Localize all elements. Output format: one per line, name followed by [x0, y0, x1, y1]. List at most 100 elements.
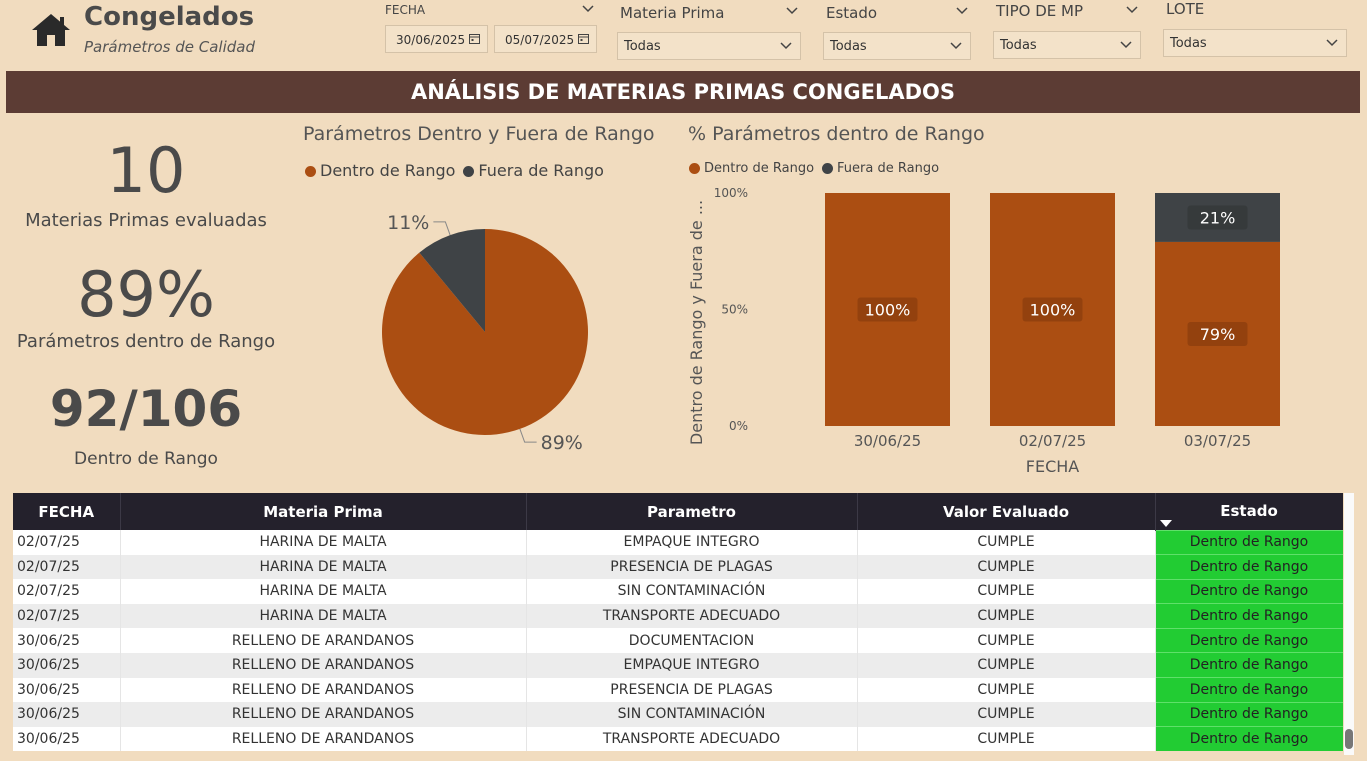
cell-valor-evaluado: CUMPLE — [857, 702, 1156, 727]
data-label: 79% — [1200, 325, 1236, 344]
cell-valor-evaluado: CUMPLE — [857, 628, 1156, 653]
cell-materia-prima: HARINA DE MALTA — [120, 603, 527, 629]
pie-label-dentro: 89% — [541, 432, 583, 454]
cell-fecha: 30/06/25 — [13, 702, 121, 727]
y-tick-label: 50% — [721, 303, 748, 317]
legend-item-dentro[interactable]: Dentro de Rango — [305, 161, 455, 180]
table-row[interactable]: 02/07/25 HARINA DE MALTA EMPAQUE INTEGRO CU… — [13, 529, 1343, 555]
materia-prima-dropdown[interactable]: Todas — [617, 32, 801, 60]
materia-prima-filter-label: Materia Prima — [620, 4, 725, 22]
cell-estado: Dentro de Rango — [1155, 701, 1343, 727]
chevron-down-icon — [950, 42, 962, 50]
pie-leader-line — [519, 428, 537, 443]
cell-valor-evaluado: CUMPLE — [857, 579, 1156, 604]
cell-materia-prima: RELLENO DE ARANDANOS — [120, 652, 527, 678]
kpi-materias-evaluadas-label: Materias Primas evaluadas — [25, 210, 267, 231]
calendar-icon[interactable] — [469, 33, 480, 44]
cell-parametro: PRESENCIA DE PLAGAS — [526, 677, 858, 703]
x-axis-label: FECHA — [1026, 457, 1080, 476]
bar-chart-title: % Parámetros dentro de Rango — [688, 123, 985, 145]
cell-parametro: PRESENCIA DE PLAGAS — [526, 554, 858, 580]
cell-parametro: SIN CONTAMINACIÓN — [526, 702, 858, 727]
cell-fecha: 30/06/25 — [13, 677, 121, 703]
column-header-fecha[interactable]: FECHA — [13, 493, 121, 530]
app-title: Congelados — [84, 2, 255, 32]
x-tick-label: 02/07/25 — [1019, 432, 1086, 450]
table-row[interactable]: 30/06/25 RELLENO DE ARANDANOS TRANSPORTE A… — [13, 726, 1343, 752]
cell-parametro: TRANSPORTE ADECUADO — [526, 726, 858, 752]
cell-fecha: 30/06/25 — [13, 726, 121, 752]
cell-materia-prima: HARINA DE MALTA — [120, 530, 527, 555]
lote-dropdown[interactable]: Todas — [1163, 29, 1347, 57]
cell-valor-evaluado: CUMPLE — [857, 554, 1156, 580]
cell-estado: Dentro de Rango — [1155, 529, 1343, 555]
cell-parametro: EMPAQUE INTEGRO — [526, 530, 858, 555]
cell-valor-evaluado: CUMPLE — [857, 652, 1156, 678]
cell-materia-prima: HARINA DE MALTA — [120, 579, 527, 604]
cell-materia-prima: RELLENO DE ARANDANOS — [120, 702, 527, 727]
bar-chart[interactable]: 0% 50% 100% Dentro de Rango y Fuera de ... 1… — [680, 180, 1320, 485]
home-icon[interactable] — [30, 12, 72, 48]
cell-fecha: 30/06/25 — [13, 652, 121, 678]
cell-parametro: EMPAQUE INTEGRO — [526, 652, 858, 678]
chevron-down-icon[interactable] — [1126, 4, 1138, 16]
column-header-materia-prima[interactable]: Materia Prima — [120, 493, 527, 530]
legend-item-fuera[interactable]: Fuera de Rango — [463, 161, 604, 180]
table-row[interactable]: 02/07/25 HARINA DE MALTA PRESENCIA DE PLAG… — [13, 554, 1343, 580]
data-label: 100% — [1030, 301, 1076, 320]
cell-valor-evaluado: CUMPLE — [857, 677, 1156, 703]
table-row[interactable]: 30/06/25 RELLENO DE ARANDANOS PRESENCIA DE… — [13, 677, 1343, 703]
table-row[interactable]: 02/07/25 HARINA DE MALTA TRANSPORTE ADECUA… — [13, 603, 1343, 629]
table-row[interactable]: 30/06/25 RELLENO DE ARANDANOS SIN CONTAMIN… — [13, 701, 1343, 727]
scrollbar-thumb[interactable] — [1345, 729, 1353, 749]
chevron-down-icon — [1120, 41, 1132, 49]
sort-descending-icon[interactable] — [1159, 519, 1172, 528]
cell-valor-evaluado: CUMPLE — [857, 530, 1156, 555]
chevron-down-icon — [1326, 39, 1338, 47]
cell-materia-prima: RELLENO DE ARANDANOS — [120, 726, 527, 752]
chevron-down-icon — [780, 42, 792, 50]
bar-chart-legend: Dentro de Rango Fuera de Rango — [689, 161, 939, 176]
column-header-estado[interactable]: Estado — [1155, 493, 1343, 530]
column-header-valor-evaluado[interactable]: Valor Evaluado — [857, 493, 1156, 530]
column-header-parametro[interactable]: Parametro — [526, 493, 858, 530]
cell-fecha: 02/07/25 — [13, 579, 121, 604]
cell-estado: Dentro de Rango — [1155, 578, 1343, 604]
cell-valor-evaluado: CUMPLE — [857, 603, 1156, 629]
cell-estado: Dentro de Rango — [1155, 554, 1343, 580]
data-label: 21% — [1200, 208, 1236, 227]
cell-fecha: 02/07/25 — [13, 603, 121, 629]
cell-estado: Dentro de Rango — [1155, 627, 1343, 653]
data-label: 100% — [865, 301, 911, 320]
lote-filter-label: LOTE — [1166, 0, 1205, 18]
estado-filter-label: Estado — [826, 4, 878, 22]
cell-fecha: 02/07/25 — [13, 554, 121, 580]
kpi-porcentaje-dentro-label: Parámetros dentro de Rango — [16, 331, 276, 352]
x-tick-label: 03/07/25 — [1184, 432, 1251, 450]
table-scrollbar[interactable] — [1344, 493, 1354, 755]
chevron-down-icon[interactable] — [786, 5, 798, 17]
app-subtitle: Parámetros de Calidad — [84, 38, 255, 56]
fecha-end-input[interactable]: 05/07/2025 — [494, 25, 597, 53]
chevron-down-icon[interactable] — [956, 5, 968, 17]
table-row[interactable]: 02/07/25 HARINA DE MALTA SIN CONTAMINACIÓN… — [13, 578, 1343, 604]
fecha-start-input[interactable]: 30/06/2025 — [385, 25, 488, 53]
y-axis-label: Dentro de Rango y Fuera de ... — [687, 200, 706, 445]
data-table: FECHA Materia Prima Parametro Valor Eval… — [13, 493, 1343, 755]
chevron-down-icon[interactable] — [582, 3, 594, 15]
pie-leader-line — [433, 221, 451, 236]
tipo-mp-dropdown[interactable]: Todas — [993, 31, 1141, 59]
estado-dropdown[interactable]: Todas — [823, 32, 971, 60]
calendar-icon[interactable] — [578, 33, 589, 44]
pie-chart[interactable]: 89% 11% — [300, 190, 660, 470]
pie-chart-legend: Dentro de Rango Fuera de Rango — [305, 161, 604, 180]
y-tick-label: 100% — [714, 186, 748, 200]
cell-valor-evaluado: CUMPLE — [857, 726, 1156, 752]
table-row[interactable]: 30/06/25 RELLENO DE ARANDANOS EMPAQUE INTE… — [13, 652, 1343, 678]
legend-item-dentro[interactable]: Dentro de Rango — [689, 161, 814, 176]
cell-estado: Dentro de Rango — [1155, 603, 1343, 629]
table-row[interactable]: 30/06/25 RELLENO DE ARANDANOS DOCUMENTACIO… — [13, 627, 1343, 653]
legend-item-fuera[interactable]: Fuera de Rango — [822, 161, 939, 176]
cell-estado: Dentro de Rango — [1155, 677, 1343, 703]
cell-materia-prima: RELLENO DE ARANDANOS — [120, 628, 527, 653]
